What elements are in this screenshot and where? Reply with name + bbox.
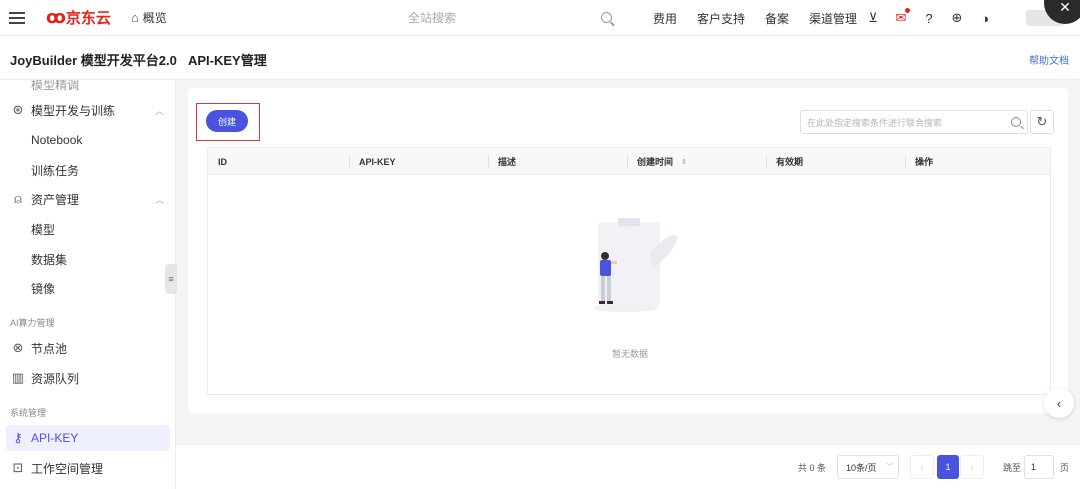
cart-icon[interactable]: ⊻ — [866, 10, 880, 26]
page-size-value: 10条/页 — [846, 462, 877, 473]
sidebar-item-image[interactable]: 镜像 — [31, 280, 55, 297]
help-icon[interactable]: ? — [922, 11, 936, 26]
chevron-right-icon: › — [970, 461, 974, 473]
total-count: 共 0 条 — [798, 463, 827, 473]
user-icon: ⍝ — [14, 191, 22, 206]
sidebar-item-label: 工作空间管理 — [31, 461, 104, 476]
workspace-icon: ⊡ — [12, 460, 24, 475]
column-header-api-key: API-KEY — [349, 148, 396, 175]
column-label: 创建时间 — [637, 157, 674, 167]
jump-unit: 页 — [1060, 463, 1070, 473]
create-button[interactable]: 创建 — [206, 110, 248, 132]
sidebar-item-training[interactable]: 训练任务 — [31, 162, 79, 179]
refresh-icon: ↻ — [1036, 114, 1048, 129]
column-header-id: ID — [208, 148, 227, 175]
filter-search-input[interactable]: 在此处指定搜索条件进行联合搜索 — [800, 110, 1028, 134]
column-header-created-time[interactable]: 创建时间 ⇕ — [627, 148, 687, 175]
nav-support[interactable]: 客户支持 — [697, 10, 745, 27]
next-page-button[interactable]: › — [960, 455, 984, 479]
sidebar-collapse-handle[interactable]: ≡ — [165, 264, 177, 294]
sub-header: JoyBuilder 模型开发平台2.0 API-KEY管理 帮助文档 — [0, 36, 1080, 80]
globe-icon[interactable]: ⊕ — [950, 10, 964, 26]
global-search-placeholder: 全站搜索 — [408, 11, 457, 25]
page-title: API-KEY管理 — [188, 53, 267, 68]
mail-icon[interactable]: ✉ — [894, 8, 910, 26]
home-icon: ⌂ — [130, 10, 139, 25]
sidebar-item-resource-queue[interactable]: ▥ 资源队列 — [0, 365, 175, 391]
nav-filing[interactable]: 备案 — [765, 10, 789, 27]
sidebar: 模型精调 ⊛ 模型开发与训练 ︿ Notebook 训练任务 ⍝ 资产管理 ︿ … — [0, 80, 176, 489]
queue-icon: ▥ — [11, 370, 25, 385]
overview-link[interactable]: ⌂ 概览 — [131, 9, 167, 26]
column-label: 操作 — [915, 157, 934, 167]
search-icon[interactable] — [1011, 117, 1021, 127]
top-bar: ꝏ 京东云 ⌂ 概览 全站搜索 费用 客户支持 备案 渠道管理 ⊻ ✉ ? ⊕ … — [0, 0, 1080, 36]
logo[interactable]: ꝏ 京东云 — [46, 0, 111, 36]
sidebar-item-assets[interactable]: ⍝ 资产管理 ︿ — [0, 186, 175, 212]
help-docs-link[interactable]: 帮助文档 — [1029, 52, 1069, 67]
key-icon: ⚷ — [13, 430, 23, 445]
sidebar-group-system: 系统管理 — [10, 408, 47, 418]
brand-name: 京东云 — [65, 10, 111, 27]
sidebar-item-api-key[interactable]: ⚷ API-KEY — [6, 425, 170, 451]
sidebar-item-label: 模型开发与训练 — [31, 103, 116, 118]
refresh-button[interactable]: ↻ — [1030, 110, 1054, 134]
search-icon[interactable] — [601, 12, 612, 23]
jdcloud-logo-icon: ꝏ — [46, 7, 66, 27]
chevron-left-icon: ‹ — [920, 461, 924, 473]
sidebar-item-workspace[interactable]: ⊡ 工作空间管理 — [0, 455, 175, 481]
product-title: JoyBuilder 模型开发平台2.0 — [10, 53, 177, 68]
filter-placeholder: 在此处指定搜索条件进行联合搜索 — [807, 117, 943, 128]
sidebar-item-model-dev[interactable]: ⊛ 模型开发与训练 ︿ — [0, 97, 175, 123]
column-label: 描述 — [498, 157, 517, 167]
sidebar-item-notebook[interactable]: Notebook — [31, 133, 82, 147]
sidebar-item-dataset[interactable]: 数据集 — [31, 251, 67, 268]
column-header-actions: 操作 — [905, 148, 933, 175]
jump-page-input[interactable] — [1024, 455, 1054, 479]
column-label: 有效期 — [776, 157, 804, 167]
chevron-down-icon: ﹀ — [886, 464, 893, 471]
brain-icon: ⊛ — [12, 102, 24, 117]
sort-icon[interactable]: ⇕ — [681, 158, 687, 166]
collapse-panel-button[interactable]: ‹ — [1044, 388, 1074, 418]
sidebar-item-label: 资源队列 — [31, 371, 80, 386]
empty-state-illustration-icon — [594, 218, 678, 312]
page-size-select[interactable]: 10条/页 ﹀ — [837, 455, 899, 479]
top-icons: ⊻ ✉ ? ⊕ ◑ — [866, 0, 992, 36]
hamburger-menu-icon[interactable] — [0, 0, 34, 36]
sidebar-item-label: 资产管理 — [31, 192, 80, 207]
global-search-input[interactable]: 全站搜索 — [246, 0, 626, 36]
sidebar-group-compute: AI算力管理 — [10, 318, 55, 328]
column-header-description: 描述 — [488, 148, 516, 175]
top-nav: 费用 客户支持 备案 渠道管理 — [653, 0, 857, 36]
sidebar-item-label: API-KEY — [31, 431, 79, 445]
sidebar-item-model[interactable]: 模型 — [31, 221, 55, 238]
column-label: API-KEY — [359, 156, 396, 167]
prev-page-button[interactable]: ‹ — [910, 455, 934, 479]
table-header: ID API-KEY 描述 创建时间 ⇕ 有效期 操作 — [208, 148, 1050, 175]
sidebar-item-fine-tune[interactable]: 模型精调 — [31, 80, 79, 93]
empty-state-text: 暂无数据 — [611, 349, 648, 359]
theme-toggle-icon[interactable]: ◑ — [978, 11, 992, 26]
chevron-left-icon: ‹ — [1056, 395, 1062, 411]
chevron-up-icon: ︿ — [154, 105, 164, 116]
nav-billing[interactable]: 费用 — [653, 10, 677, 27]
column-label: ID — [218, 156, 227, 167]
jump-label: 跳至 — [1003, 463, 1022, 473]
nav-channel[interactable]: 渠道管理 — [809, 10, 857, 27]
overview-label: 概览 — [142, 11, 167, 25]
page-number-current[interactable]: 1 — [937, 455, 959, 479]
column-header-validity: 有效期 — [766, 148, 803, 175]
chevron-up-icon: ︿ — [154, 194, 164, 205]
